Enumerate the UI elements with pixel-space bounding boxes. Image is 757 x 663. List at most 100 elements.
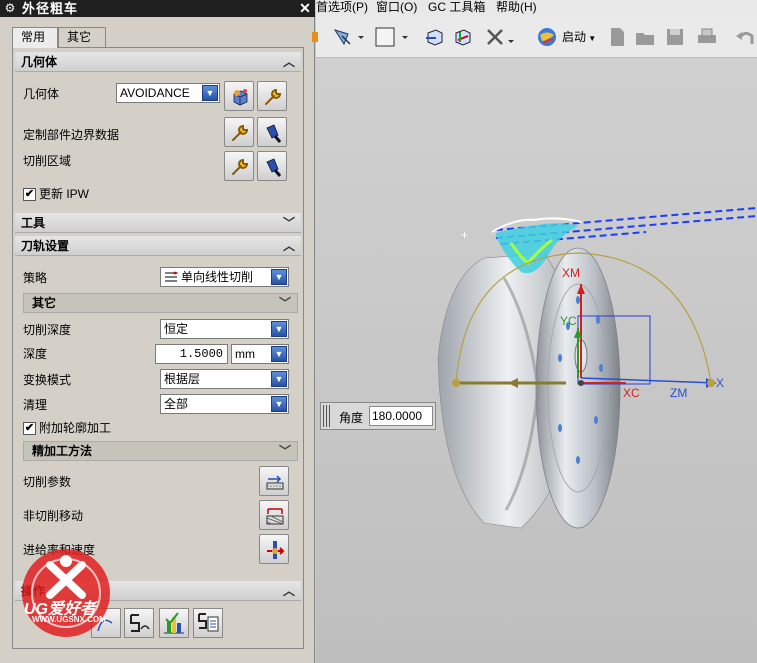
wrench-icon [265,88,282,105]
cut-depth-select[interactable]: 恒定 ▼ [160,319,289,339]
section-title: 刀轨设置 [21,239,70,253]
watermark-url: WWW.UGSNX.COM [32,615,106,624]
feeds-speeds-icon [267,541,285,559]
print-icon[interactable] [696,26,718,48]
menu-preferences[interactable]: 首选项(P) [316,0,368,15]
update-ipw-checkbox[interactable]: ✔ [23,188,36,201]
geometry-label: 几何体 [23,87,60,101]
display-mode-icon[interactable] [374,26,396,48]
axis-label-xm: XM [562,266,580,280]
new-geometry-button[interactable] [224,81,254,111]
chevron-down-icon: ﹀ [278,444,291,458]
depth-input[interactable]: 1.5000 [155,344,228,364]
open-folder-icon[interactable] [634,26,656,48]
edit-geometry-button[interactable] [257,81,287,111]
section-title: 几何体 [21,55,58,69]
angle-label: 角度 [339,411,364,425]
display-dropdown-icon[interactable] [402,26,410,48]
update-ipw-label: 更新 IPW [39,187,89,201]
cut-depth-value: 恒定 [164,322,189,336]
other-subsection-header[interactable]: 其它 ﹀ [23,293,298,313]
non-cut-moves-icon [266,508,284,525]
chevron-down-icon: ﹀ [282,216,295,230]
wheel-front-face [535,247,621,529]
start-globe-icon[interactable] [536,26,558,48]
undo-icon[interactable] [734,26,756,48]
axis-label-x: X [716,376,725,390]
cleanup-value: 全部 [164,397,189,411]
subsection-title: 其它 [32,296,57,310]
tools-section-header[interactable]: 工具 ﹀ [15,213,301,233]
depth-unit-value: mm [235,347,255,361]
chevron-down-icon: ▼ [271,321,287,337]
chevron-up-icon: ︿ [282,55,295,69]
chevron-up-icon: ︿ [282,239,295,253]
wrench-icon [232,158,249,175]
menu-help[interactable]: 帮助(H) [496,0,537,15]
non-cut-moves-label: 非切削移动 [23,509,84,523]
drag-grip-icon[interactable] [323,405,331,427]
main-toolbar: 启动 ▼ [312,16,757,58]
depth-unit-select[interactable]: mm ▼ [231,344,289,364]
chevron-down-icon: ▼ [271,269,287,285]
graphics-viewport[interactable]: + XM YC XC ZM X 角度 180.0000 [316,58,757,663]
select-filter-icon[interactable] [332,26,354,48]
linear-cut-icon [165,271,178,282]
edit-cut-region-button[interactable] [224,151,254,181]
chevron-up-icon: ︿ [282,584,295,598]
watermark-logo: UG爱好者 WWW.UGSNX.COM [10,545,130,655]
move-object-icon[interactable] [452,26,474,48]
new-file-icon[interactable] [606,26,628,48]
verify-button[interactable] [159,608,189,638]
close-icon[interactable]: ✕ [297,0,313,17]
extra-contour-checkbox[interactable]: ✔ [23,422,36,435]
flashlight-icon [266,158,282,177]
geometry-section-header[interactable]: 几何体 ︿ [15,52,301,72]
dialog-titlebar[interactable]: ⚙ 外径粗车 ✕ [0,0,315,17]
section-title: 工具 [21,216,46,230]
chevron-down-icon: ▼ [271,346,287,362]
transform-mode-select[interactable]: 根据层 ▼ [160,369,289,389]
chevron-down-icon: ▼ [586,34,597,43]
axis-label-xc: XC [623,386,640,400]
transform-mode-value: 根据层 [164,372,201,386]
save-icon[interactable] [664,26,686,48]
select-dropdown-icon[interactable] [358,26,366,48]
finish-method-subsection-header[interactable]: 精加工方法 ﹀ [23,441,298,461]
verify-icon [164,612,184,634]
gear-icon: ⚙ [4,1,16,15]
cut-region-label: 切削区域 [23,154,72,168]
orient-view-icon[interactable] [424,26,446,48]
extra-contour-label: 附加轮廓加工 [39,421,112,435]
strategy-select[interactable]: 单向线性切削 ▼ [160,267,289,287]
cut-params-button[interactable] [259,466,289,496]
start-label: 启动 [562,30,587,44]
strategy-label: 策略 [23,271,48,285]
delete-icon[interactable] [484,26,506,48]
feeds-speeds-button[interactable] [259,534,289,564]
menu-gc-toolbox[interactable]: GC 工具箱 [428,0,485,15]
display-boundary-button[interactable] [257,117,287,147]
edit-boundary-button[interactable] [224,117,254,147]
strategy-select-value: 单向线性切削 [181,270,254,284]
tab-other[interactable]: 其它 [58,27,106,47]
toolbar-orange-icon[interactable] [312,26,322,48]
chevron-down-icon: ▼ [271,371,287,387]
path-settings-section-header[interactable]: 刀轨设置 ︿ [15,236,301,256]
tab-common[interactable]: 常用 [12,27,58,48]
custom-boundary-label: 定制部件边界数据 [23,128,120,142]
geometry-select-value: AVOIDANCE [120,86,190,100]
list-button[interactable] [193,608,223,638]
menu-window[interactable]: 窗口(O) [376,0,417,15]
geometry-select[interactable]: AVOIDANCE ▼ [116,83,220,103]
display-cut-region-button[interactable] [257,151,287,181]
transform-mode-label: 变换模式 [23,373,72,387]
start-menu-button[interactable]: 启动 ▼ [562,28,602,50]
list-path-icon [198,613,219,632]
flashlight-icon [266,124,282,143]
non-cut-moves-button[interactable] [259,500,289,530]
delete-dropdown-icon[interactable] [508,26,516,48]
angle-input[interactable]: 180.0000 [369,406,433,426]
cleanup-select[interactable]: 全部 ▼ [160,394,289,414]
depth-label: 深度 [23,347,48,361]
